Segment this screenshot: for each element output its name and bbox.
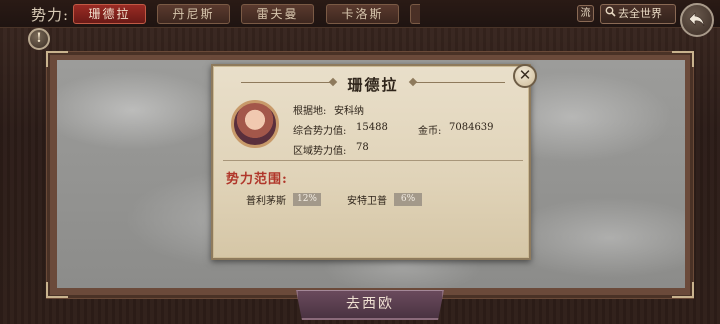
go-world-button[interactable]: 去全世界 [600, 4, 676, 24]
alert-icon[interactable]: ! [28, 28, 50, 50]
close-button[interactable]: ✕ [513, 64, 537, 88]
tab-leifuman[interactable]: 雷夫曼 [241, 4, 314, 24]
gold-label: 金币: [418, 126, 442, 137]
region-name: 普利茅斯 [246, 196, 286, 207]
tab-shandela[interactable]: 珊德拉 [73, 4, 146, 24]
tab-overflow[interactable] [410, 4, 420, 24]
title-ornament-right [413, 82, 505, 83]
tab-kaluosi[interactable]: 卡洛斯 [326, 4, 399, 24]
tab-dannisi[interactable]: 丹尼斯 [157, 4, 230, 24]
region-power-value: 78 [356, 142, 369, 153]
frame-corner-ornament [672, 282, 694, 298]
go-region-button[interactable]: 去西欧 [296, 290, 444, 320]
power-value: 15488 [356, 122, 388, 133]
region-power-label: 区域势力值: [293, 146, 347, 157]
back-button[interactable] [680, 3, 714, 37]
faction-label: 势力: [31, 6, 70, 24]
region-percent: 6% [394, 193, 422, 206]
divider [223, 160, 523, 161]
frame-corner-ornament [46, 51, 68, 67]
leader-avatar [231, 100, 279, 148]
top-bar: 势力: 珊德拉 丹尼斯 雷夫曼 卡洛斯 流 去全世界 [0, 0, 720, 28]
flow-button[interactable]: 流 [577, 5, 594, 22]
region-name: 安特卫普 [347, 196, 387, 207]
base-label: 根据地: [293, 106, 327, 117]
influence-range-title: 势力范围: [226, 172, 288, 187]
gold-value: 7084639 [449, 122, 494, 133]
faction-info-popup: 珊德拉 ✕ 根据地: 安科纳 综合势力值: 15488 金币: 7084639 … [211, 64, 537, 260]
go-world-label: 去全世界 [618, 7, 662, 20]
frame-corner-ornament [46, 282, 68, 298]
power-label: 综合势力值: [293, 126, 347, 137]
base-value: 安科纳 [334, 106, 364, 117]
back-arrow-icon [688, 12, 705, 27]
popup-title: 珊德拉 [347, 76, 399, 94]
search-icon [605, 5, 616, 23]
frame-corner-ornament [672, 51, 694, 67]
region-percent: 12% [293, 193, 321, 206]
